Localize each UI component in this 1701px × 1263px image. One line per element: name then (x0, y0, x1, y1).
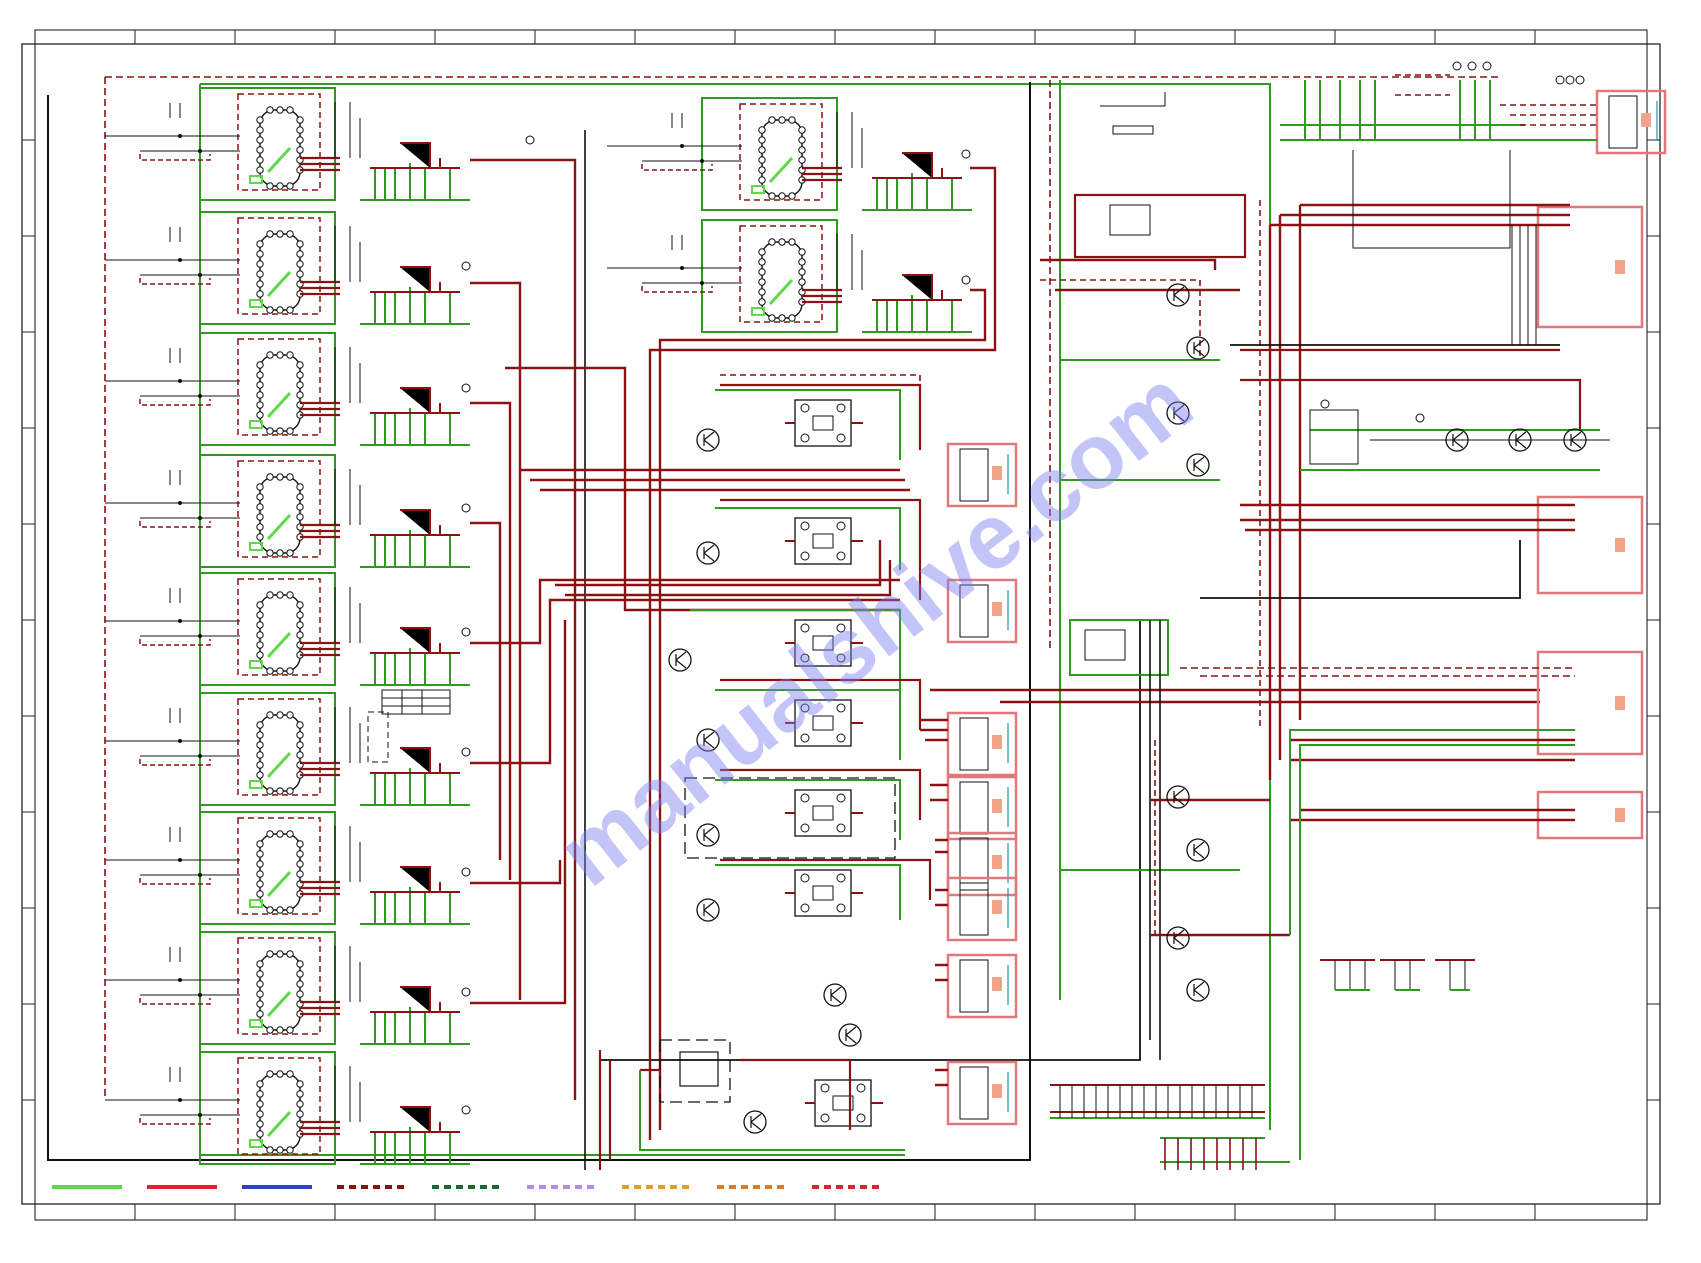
test-points (461, 61, 1585, 1115)
channel-blocks-left (105, 88, 470, 1164)
capacitor-bank (1050, 959, 1475, 1170)
watermark: manualshive.com (540, 350, 1211, 906)
connectors-right (1536, 89, 1667, 840)
channel-blocks-center (607, 98, 972, 332)
right-center-stage (1040, 92, 1290, 1060)
schematic-canvas: manualshive.com (21, 29, 1667, 1221)
